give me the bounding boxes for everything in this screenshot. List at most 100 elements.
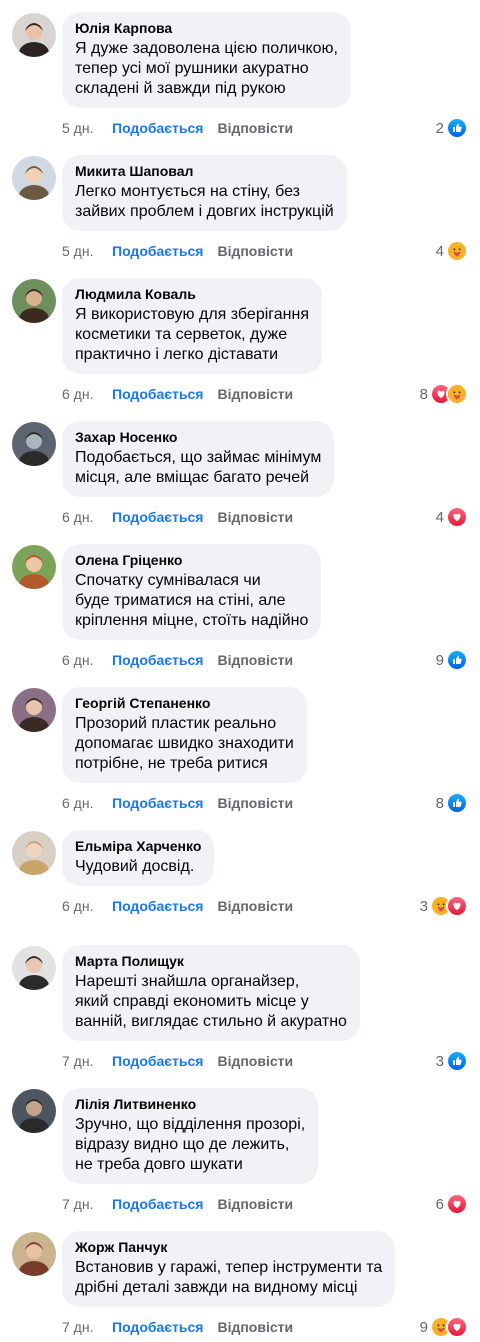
reactions-summary[interactable]: 8 [420, 383, 468, 405]
care-icon [446, 383, 468, 405]
comment-author[interactable]: Юлія Карпова [75, 19, 338, 37]
avatar[interactable] [12, 688, 56, 732]
reply-button[interactable]: Відповісти [217, 385, 293, 403]
comment-bubble: Людмила Коваль Я використовую для зберіг… [62, 278, 322, 374]
like-button[interactable]: Подобається [112, 1195, 203, 1213]
comment-time[interactable]: 7 дн. [62, 1195, 112, 1213]
comment-actions: 6 дн. Подобається Відповісти [62, 651, 293, 669]
reply-button[interactable]: Відповісти [217, 1052, 293, 1070]
like-icon [446, 1050, 468, 1072]
like-button[interactable]: Подобається [112, 794, 203, 812]
comment-time[interactable]: 5 дн. [62, 242, 112, 260]
avatar[interactable] [12, 545, 56, 589]
comment-time[interactable]: 7 дн. [62, 1052, 112, 1070]
reply-button[interactable]: Відповісти [217, 1195, 293, 1213]
reply-button[interactable]: Відповісти [217, 119, 293, 137]
comment-author[interactable]: Марта Полищук [75, 952, 347, 970]
like-button[interactable]: Подобається [112, 651, 203, 669]
reactions-summary[interactable]: 2 [436, 117, 468, 139]
comment-bubble: Ельміра Харченко Чудовий досвід. [62, 830, 215, 886]
heart-icon [446, 1193, 468, 1215]
comment-author[interactable]: Георгій Степаненко [75, 694, 294, 712]
like-button[interactable]: Подобається [112, 385, 203, 403]
avatar[interactable] [12, 1232, 56, 1276]
comment-text: Спочатку сумнівалася чи буде триматися н… [75, 572, 309, 629]
reaction-count: 9 [435, 651, 444, 669]
reactions-summary[interactable]: 4 [436, 240, 468, 262]
comment-text: Я використовую для зберігання косметики … [75, 306, 309, 363]
comment-author[interactable]: Лілія Литвиненко [75, 1095, 305, 1113]
heart-icon [446, 506, 468, 528]
avatar[interactable] [12, 422, 56, 466]
comment-bubble: Жорж Панчук Встановив у гаражі, тепер ін… [62, 1231, 396, 1307]
comment-bubble: Юлія Карпова Я дуже задоволена цією поли… [62, 12, 351, 108]
comment-bubble: Микита Шаповал Легко монтується на стіну… [62, 155, 347, 231]
comment-author[interactable]: Жорж Панчук [75, 1238, 382, 1256]
comment: Юлія Карпова Я дуже задоволена цією поли… [0, 0, 480, 143]
reactions-summary[interactable]: 3 [420, 895, 468, 917]
comment-time[interactable]: 5 дн. [62, 119, 112, 137]
reply-button[interactable]: Відповісти [217, 794, 293, 812]
comment-time[interactable]: 6 дн. [62, 897, 112, 915]
reply-button[interactable]: Відповісти [217, 1318, 293, 1336]
comment-bubble: Захар Носенко Подобається, що займає мін… [62, 421, 335, 497]
like-button[interactable]: Подобається [112, 1052, 203, 1070]
reactions-summary[interactable]: 4 [436, 506, 468, 528]
comment: Лілія Литвиненко Зручно, що відділення п… [0, 1076, 480, 1219]
comment-author[interactable]: Олена Гріценко [75, 551, 308, 569]
comment: Микита Шаповал Легко монтується на стіну… [0, 143, 480, 266]
reaction-count: 6 [435, 1195, 444, 1213]
comment-author[interactable]: Захар Носенко [75, 428, 321, 446]
like-button[interactable]: Подобається [112, 897, 203, 915]
reply-button[interactable]: Відповісти [217, 508, 293, 526]
avatar[interactable] [12, 156, 56, 200]
avatar[interactable] [12, 831, 56, 875]
reactions-summary[interactable]: 8 [436, 792, 468, 814]
like-icon [446, 649, 468, 671]
comment-actions: 7 дн. Подобається Відповісти [62, 1052, 293, 1070]
reactions-summary[interactable]: 9 [436, 649, 468, 671]
comment-actions: 7 дн. Подобається Відповісти [62, 1195, 293, 1213]
reaction-count: 3 [435, 1052, 444, 1070]
comment: Людмила Коваль Я використовую для зберіг… [0, 266, 480, 409]
comment-time[interactable]: 7 дн. [62, 1318, 112, 1336]
avatar[interactable] [12, 946, 56, 990]
like-icon [446, 117, 468, 139]
reactions-summary[interactable]: 6 [436, 1193, 468, 1215]
comments-feed: Юлія Карпова Я дуже задоволена цією поли… [0, 0, 480, 1342]
avatar[interactable] [12, 13, 56, 57]
like-button[interactable]: Подобається [112, 1318, 203, 1336]
reply-button[interactable]: Відповісти [217, 897, 293, 915]
reactions-summary[interactable]: 9 [420, 1316, 468, 1338]
comment-text: Нарешті знайшла органайзер, який справді… [75, 973, 347, 1030]
comment-text: Чудовий досвід. [75, 858, 195, 875]
like-button[interactable]: Подобається [112, 242, 203, 260]
comment-author[interactable]: Людмила Коваль [75, 285, 309, 303]
comment-time[interactable]: 6 дн. [62, 651, 112, 669]
avatar[interactable] [12, 279, 56, 323]
comment: Олена Гріценко Спочатку сумнівалася чи б… [0, 532, 480, 675]
like-icon [446, 792, 468, 814]
comment-text: Подобається, що займає мінімум місця, ал… [75, 449, 322, 486]
comment-time[interactable]: 6 дн. [62, 508, 112, 526]
comment-text: Зручно, що відділення прозорі, відразу в… [75, 1116, 306, 1173]
reply-button[interactable]: Відповісти [217, 242, 293, 260]
comment-actions: 6 дн. Подобається Відповісти [62, 508, 293, 526]
comment-bubble: Лілія Литвиненко Зручно, що відділення п… [62, 1088, 319, 1184]
like-button[interactable]: Подобається [112, 508, 203, 526]
comment-bubble: Марта Полищук Нарешті знайшла органайзер… [62, 945, 360, 1041]
comment-bubble: Олена Гріценко Спочатку сумнівалася чи б… [62, 544, 322, 640]
comment-actions: 6 дн. Подобається Відповісти [62, 385, 293, 403]
like-button[interactable]: Подобається [112, 119, 203, 137]
avatar[interactable] [12, 1089, 56, 1133]
reactions-summary[interactable]: 3 [436, 1050, 468, 1072]
reaction-count: 3 [419, 897, 428, 915]
heart-icon [446, 895, 468, 917]
comment-time[interactable]: 6 дн. [62, 794, 112, 812]
comment-author[interactable]: Ельміра Харченко [75, 837, 201, 855]
reply-button[interactable]: Відповісти [217, 651, 293, 669]
comment-author[interactable]: Микита Шаповал [75, 162, 334, 180]
comment-actions: 7 дн. Подобається Відповісти [62, 1318, 293, 1336]
reaction-count: 8 [419, 385, 428, 403]
comment-time[interactable]: 6 дн. [62, 385, 112, 403]
